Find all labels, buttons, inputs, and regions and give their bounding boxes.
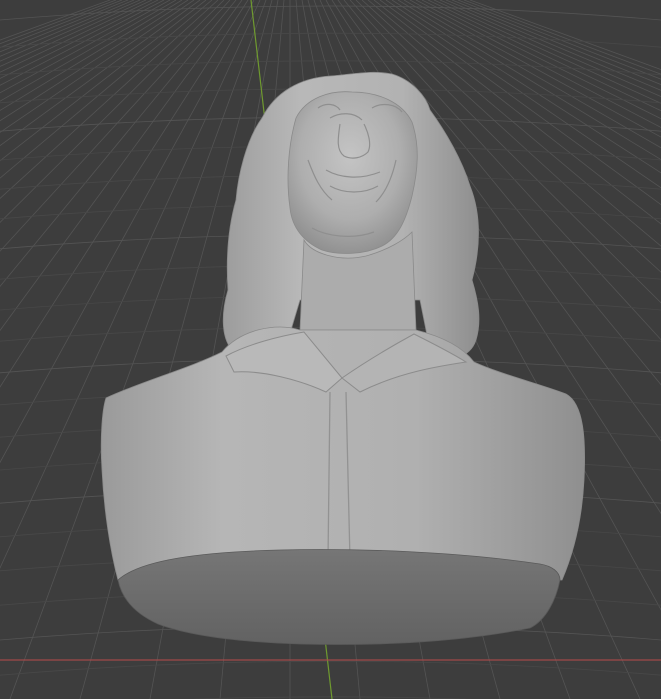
- grid-line: [0, 0, 117, 45]
- grid-line: [0, 660, 661, 676]
- bust-torso: [100, 326, 586, 581]
- bust-base-underside: [117, 549, 561, 645]
- grid-line: [0, 0, 111, 41]
- viewport-canvas[interactable]: [0, 0, 661, 699]
- grid-line: [0, 60, 661, 76]
- grid-line: [0, 0, 135, 57]
- grid-line: [0, 0, 123, 49]
- grid-line: [0, 0, 141, 62]
- bust-face: [287, 91, 418, 254]
- 3d-viewport[interactable]: [0, 0, 661, 699]
